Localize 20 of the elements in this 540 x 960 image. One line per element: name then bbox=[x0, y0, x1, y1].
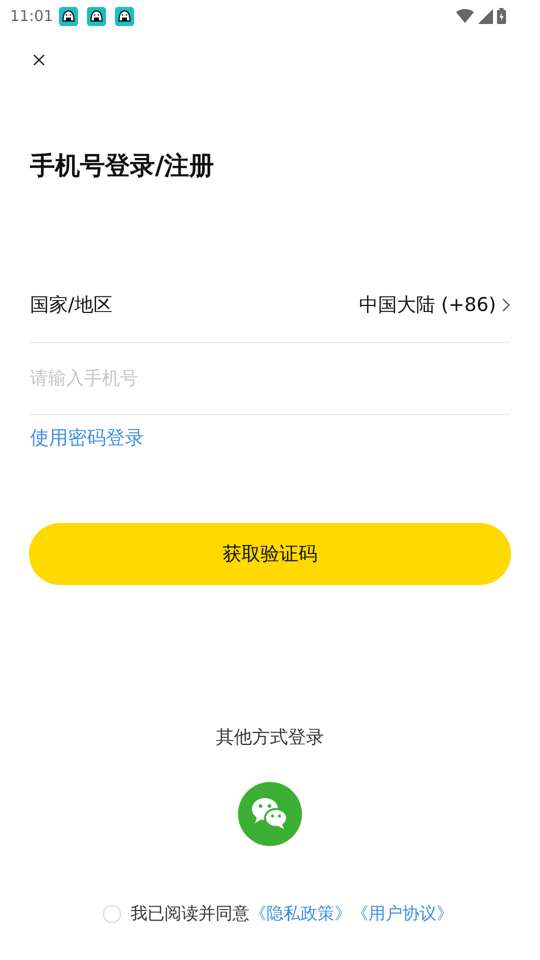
page-title: 手机号登录/注册 bbox=[30, 150, 216, 182]
country-selector[interactable]: 中国大陆 (+86) bbox=[359, 292, 510, 318]
wifi-icon bbox=[456, 9, 474, 23]
other-login-label: 其他方式登录 bbox=[216, 726, 324, 749]
app-notification-icon bbox=[87, 6, 106, 26]
password-login-link[interactable]: 使用密码登录 bbox=[30, 425, 144, 451]
agreement-checkbox[interactable] bbox=[102, 904, 120, 922]
chevron-right-icon bbox=[502, 298, 510, 312]
close-icon[interactable] bbox=[33, 54, 45, 66]
status-time: 11:01 bbox=[10, 7, 54, 25]
get-code-button[interactable]: 获取验证码 bbox=[29, 523, 511, 585]
country-label: 国家/地区 bbox=[30, 293, 112, 318]
app-notification-icon bbox=[59, 6, 78, 26]
wechat-icon[interactable] bbox=[238, 782, 302, 846]
agreement-text: 我已阅读并同意 bbox=[130, 903, 250, 925]
app-notification-icon bbox=[115, 6, 134, 26]
agreement-link[interactable]: 《隐私政策》 bbox=[250, 902, 352, 925]
agreement-link[interactable]: 《用户协议》 bbox=[352, 902, 454, 925]
signal-icon bbox=[478, 8, 493, 24]
battery-icon bbox=[497, 8, 506, 24]
